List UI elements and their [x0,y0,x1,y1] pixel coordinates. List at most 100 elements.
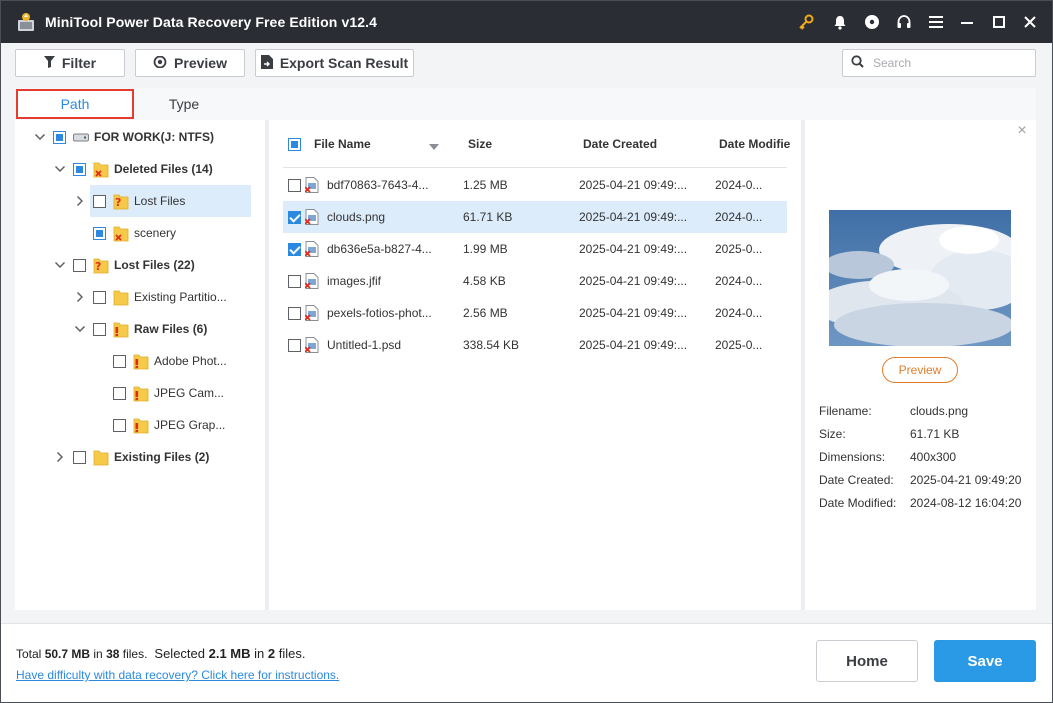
tree-splitter[interactable] [265,120,269,610]
tab-path[interactable]: Path [16,89,134,119]
cell-file-name: pexels-fotios-phot... [327,306,432,320]
tree-item[interactable]: JPEG Cam... [93,377,224,409]
cell-date-modified: 2024-0... [715,178,763,192]
tree-item-checkbox[interactable] [73,450,86,464]
preview-field-label: Date Modified: [819,496,897,510]
cell-size: 2.56 MB [463,306,508,320]
tree-item[interactable]: Adobe Phot... [93,345,227,377]
filter-button[interactable]: Filter [15,49,125,77]
footer: Total 50.7 MB in 38 files. Selected 2.1 … [1,623,1052,702]
tree-item-checkbox[interactable] [113,418,126,432]
table-row[interactable]: bdf70863-7643-4... 1.25 MB 2025-04-21 09:4… [283,169,787,201]
row-checkbox[interactable] [288,275,301,288]
tree-item-checkbox[interactable] [113,386,126,400]
tree-item-checkbox[interactable] [93,194,106,208]
tree-item[interactable]: Existing Partitio... [73,281,227,313]
column-size[interactable]: Size [468,137,492,151]
deleted-file-icon [304,209,319,225]
chevron-down-icon[interactable] [53,162,67,176]
cell-size: 1.25 MB [463,178,508,192]
preview-field-label: Date Created: [819,473,894,487]
tree-item-checkbox[interactable] [93,226,106,240]
tree-item-checkbox[interactable] [73,162,86,176]
chevron-right-icon[interactable] [73,290,87,304]
cell-date-created: 2025-04-21 09:49:... [579,338,688,352]
close-preview-icon[interactable]: × [1015,123,1029,139]
select-all-checkbox[interactable] [288,138,301,151]
search-box[interactable] [842,49,1036,77]
tree-item-label: Lost Files (22) [114,258,195,272]
close-icon[interactable] [1020,12,1040,32]
row-checkbox[interactable] [288,211,301,224]
tree-item[interactable]: Deleted Files (14) [53,153,213,185]
tree-item-checkbox[interactable] [93,290,106,304]
row-checkbox[interactable] [288,243,301,256]
table-row[interactable]: Untitled-1.psd 338.54 KB 2025-04-21 09:49:… [283,329,787,361]
raw-folder-icon [113,320,129,338]
tree-item-checkbox[interactable] [73,258,86,272]
row-checkbox[interactable] [288,339,301,352]
menu-icon[interactable] [926,12,946,32]
tree-item-label: JPEG Cam... [154,386,225,400]
tree-item[interactable]: ? Lost Files (22) [53,249,195,281]
column-date-modified[interactable]: Date Modifie [719,137,790,151]
app-logo-icon [15,11,37,33]
home-button[interactable]: Home [816,640,918,682]
toolbar: Filter Preview Export Scan Result [1,43,1052,83]
column-date-created[interactable]: Date Created [583,137,657,151]
tree-item[interactable]: JPEG Grap... [93,409,225,441]
tree-item[interactable]: ? Lost Files [73,185,185,217]
chevron-down-icon[interactable] [33,130,47,144]
search-input[interactable] [873,56,1023,70]
minimize-icon[interactable] [957,12,977,32]
cell-date-modified: 2024-0... [715,306,763,320]
chevron-down-icon[interactable] [53,258,67,272]
row-checkbox[interactable] [288,179,301,192]
chevron-right-icon[interactable] [53,450,67,464]
deleted-file-icon [304,177,319,193]
row-checkbox[interactable] [288,307,301,320]
deleted-file-icon [304,337,319,353]
cell-size: 1.99 MB [463,242,508,256]
preview-button[interactable]: Preview [882,357,958,383]
column-file-name[interactable]: File Name [314,137,371,151]
save-button[interactable]: Save [934,640,1036,682]
tree-item-checkbox[interactable] [53,130,66,144]
tree-item[interactable]: Raw Files (6) [73,313,207,345]
export-scan-result-button[interactable]: Export Scan Result [255,49,414,77]
key-icon[interactable] [796,12,816,32]
tab-type[interactable]: Type [145,89,223,119]
tree-item-checkbox[interactable] [113,354,126,368]
chevron-down-icon[interactable] [73,322,87,336]
preview-toolbar-button[interactable]: Preview [135,49,245,77]
tree-item-checkbox[interactable] [93,322,106,336]
tree-item-label: FOR WORK(J: NTFS) [94,130,214,144]
export-icon [260,54,273,72]
cell-date-modified: 2024-0... [715,274,763,288]
table-row[interactable]: db636e5a-b827-4... 1.99 MB 2025-04-21 09:4… [283,233,787,265]
table-row[interactable]: clouds.png 61.71 KB 2025-04-21 09:49:... 20… [283,201,787,233]
table-row[interactable]: pexels-fotios-phot... 2.56 MB 2025-04-21 0… [283,297,787,329]
cell-date-created: 2025-04-21 09:49:... [579,210,688,224]
tree-item-label: Adobe Phot... [154,354,227,368]
bell-icon[interactable] [830,12,850,32]
lost-folder-icon: ? [93,256,109,274]
tree-item[interactable]: Existing Files (2) [53,441,209,473]
deleted-file-icon [304,273,319,289]
eye-icon [153,55,167,71]
file-list-header: File Name Size Date Created Date Modifie [283,120,790,168]
headset-icon[interactable] [894,12,914,32]
title-bar: MiniTool Power Data Recovery Free Editio… [1,1,1052,43]
help-link[interactable]: Have difficulty with data recovery? Clic… [16,668,339,682]
chevron-right-icon[interactable] [73,194,87,208]
sort-arrow-icon[interactable] [429,139,439,153]
disc-icon[interactable] [862,12,882,32]
tree-item[interactable]: FOR WORK(J: NTFS) [33,121,214,153]
table-row[interactable]: images.jfif 4.58 KB 2025-04-21 09:49:... 20… [283,265,787,297]
maximize-icon[interactable] [989,12,1009,32]
tree-item[interactable]: scenery [73,217,176,249]
tree-item-label: Deleted Files (14) [114,162,213,176]
